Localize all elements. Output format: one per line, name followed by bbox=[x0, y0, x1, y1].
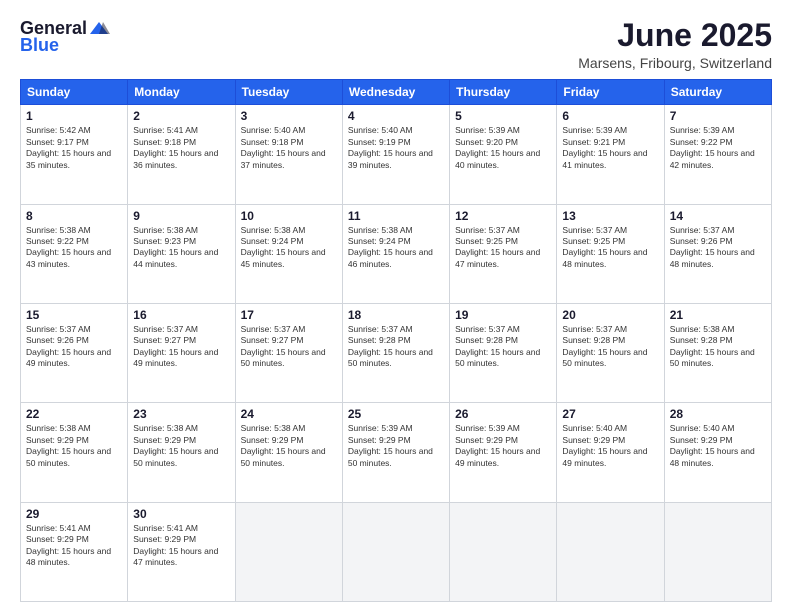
page: General Blue June 2025 Marsens, Fribourg… bbox=[0, 0, 792, 612]
col-wednesday: Wednesday bbox=[342, 80, 449, 105]
empty-cell bbox=[235, 502, 342, 601]
calendar-week-row: 15 Sunrise: 5:37 AMSunset: 9:26 PMDaylig… bbox=[21, 303, 772, 402]
table-row: 4 Sunrise: 5:40 AMSunset: 9:19 PMDayligh… bbox=[342, 105, 449, 204]
col-thursday: Thursday bbox=[450, 80, 557, 105]
table-row: 27 Sunrise: 5:40 AMSunset: 9:29 PMDaylig… bbox=[557, 403, 664, 502]
table-row: 19 Sunrise: 5:37 AMSunset: 9:28 PMDaylig… bbox=[450, 303, 557, 402]
location: Marsens, Fribourg, Switzerland bbox=[578, 55, 772, 71]
table-row: 22 Sunrise: 5:38 AMSunset: 9:29 PMDaylig… bbox=[21, 403, 128, 502]
calendar-week-row: 22 Sunrise: 5:38 AMSunset: 9:29 PMDaylig… bbox=[21, 403, 772, 502]
table-row: 2 Sunrise: 5:41 AMSunset: 9:18 PMDayligh… bbox=[128, 105, 235, 204]
table-row: 21 Sunrise: 5:38 AMSunset: 9:28 PMDaylig… bbox=[664, 303, 771, 402]
table-row: 25 Sunrise: 5:39 AMSunset: 9:29 PMDaylig… bbox=[342, 403, 449, 502]
empty-cell bbox=[450, 502, 557, 601]
table-row: 8 Sunrise: 5:38 AMSunset: 9:22 PMDayligh… bbox=[21, 204, 128, 303]
empty-cell bbox=[557, 502, 664, 601]
table-row: 11 Sunrise: 5:38 AMSunset: 9:24 PMDaylig… bbox=[342, 204, 449, 303]
table-row: 3 Sunrise: 5:40 AMSunset: 9:18 PMDayligh… bbox=[235, 105, 342, 204]
calendar-week-row: 1 Sunrise: 5:42 AMSunset: 9:17 PMDayligh… bbox=[21, 105, 772, 204]
table-row: 15 Sunrise: 5:37 AMSunset: 9:26 PMDaylig… bbox=[21, 303, 128, 402]
month-title: June 2025 bbox=[578, 18, 772, 53]
table-row: 5 Sunrise: 5:39 AMSunset: 9:20 PMDayligh… bbox=[450, 105, 557, 204]
table-row: 23 Sunrise: 5:38 AMSunset: 9:29 PMDaylig… bbox=[128, 403, 235, 502]
calendar-week-row: 8 Sunrise: 5:38 AMSunset: 9:22 PMDayligh… bbox=[21, 204, 772, 303]
calendar-table: Sunday Monday Tuesday Wednesday Thursday… bbox=[20, 79, 772, 602]
table-row: 16 Sunrise: 5:37 AMSunset: 9:27 PMDaylig… bbox=[128, 303, 235, 402]
col-monday: Monday bbox=[128, 80, 235, 105]
table-row: 14 Sunrise: 5:37 AMSunset: 9:26 PMDaylig… bbox=[664, 204, 771, 303]
col-friday: Friday bbox=[557, 80, 664, 105]
table-row: 20 Sunrise: 5:37 AMSunset: 9:28 PMDaylig… bbox=[557, 303, 664, 402]
table-row: 30 Sunrise: 5:41 AMSunset: 9:29 PMDaylig… bbox=[128, 502, 235, 601]
table-row: 18 Sunrise: 5:37 AMSunset: 9:28 PMDaylig… bbox=[342, 303, 449, 402]
table-row: 29 Sunrise: 5:41 AMSunset: 9:29 PMDaylig… bbox=[21, 502, 128, 601]
col-sunday: Sunday bbox=[21, 80, 128, 105]
table-row: 26 Sunrise: 5:39 AMSunset: 9:29 PMDaylig… bbox=[450, 403, 557, 502]
table-row: 12 Sunrise: 5:37 AMSunset: 9:25 PMDaylig… bbox=[450, 204, 557, 303]
logo-blue: Blue bbox=[20, 35, 59, 56]
table-row: 13 Sunrise: 5:37 AMSunset: 9:25 PMDaylig… bbox=[557, 204, 664, 303]
logo: General Blue bbox=[20, 18, 111, 56]
table-row: 1 Sunrise: 5:42 AMSunset: 9:17 PMDayligh… bbox=[21, 105, 128, 204]
header: General Blue June 2025 Marsens, Fribourg… bbox=[20, 18, 772, 71]
calendar-week-row: 29 Sunrise: 5:41 AMSunset: 9:29 PMDaylig… bbox=[21, 502, 772, 601]
table-row: 17 Sunrise: 5:37 AMSunset: 9:27 PMDaylig… bbox=[235, 303, 342, 402]
table-row: 28 Sunrise: 5:40 AMSunset: 9:29 PMDaylig… bbox=[664, 403, 771, 502]
logo-icon bbox=[88, 20, 110, 38]
calendar-header-row: Sunday Monday Tuesday Wednesday Thursday… bbox=[21, 80, 772, 105]
col-tuesday: Tuesday bbox=[235, 80, 342, 105]
empty-cell bbox=[342, 502, 449, 601]
table-row: 10 Sunrise: 5:38 AMSunset: 9:24 PMDaylig… bbox=[235, 204, 342, 303]
table-row: 6 Sunrise: 5:39 AMSunset: 9:21 PMDayligh… bbox=[557, 105, 664, 204]
title-block: June 2025 Marsens, Fribourg, Switzerland bbox=[578, 18, 772, 71]
table-row: 9 Sunrise: 5:38 AMSunset: 9:23 PMDayligh… bbox=[128, 204, 235, 303]
col-saturday: Saturday bbox=[664, 80, 771, 105]
empty-cell bbox=[664, 502, 771, 601]
table-row: 7 Sunrise: 5:39 AMSunset: 9:22 PMDayligh… bbox=[664, 105, 771, 204]
table-row: 24 Sunrise: 5:38 AMSunset: 9:29 PMDaylig… bbox=[235, 403, 342, 502]
